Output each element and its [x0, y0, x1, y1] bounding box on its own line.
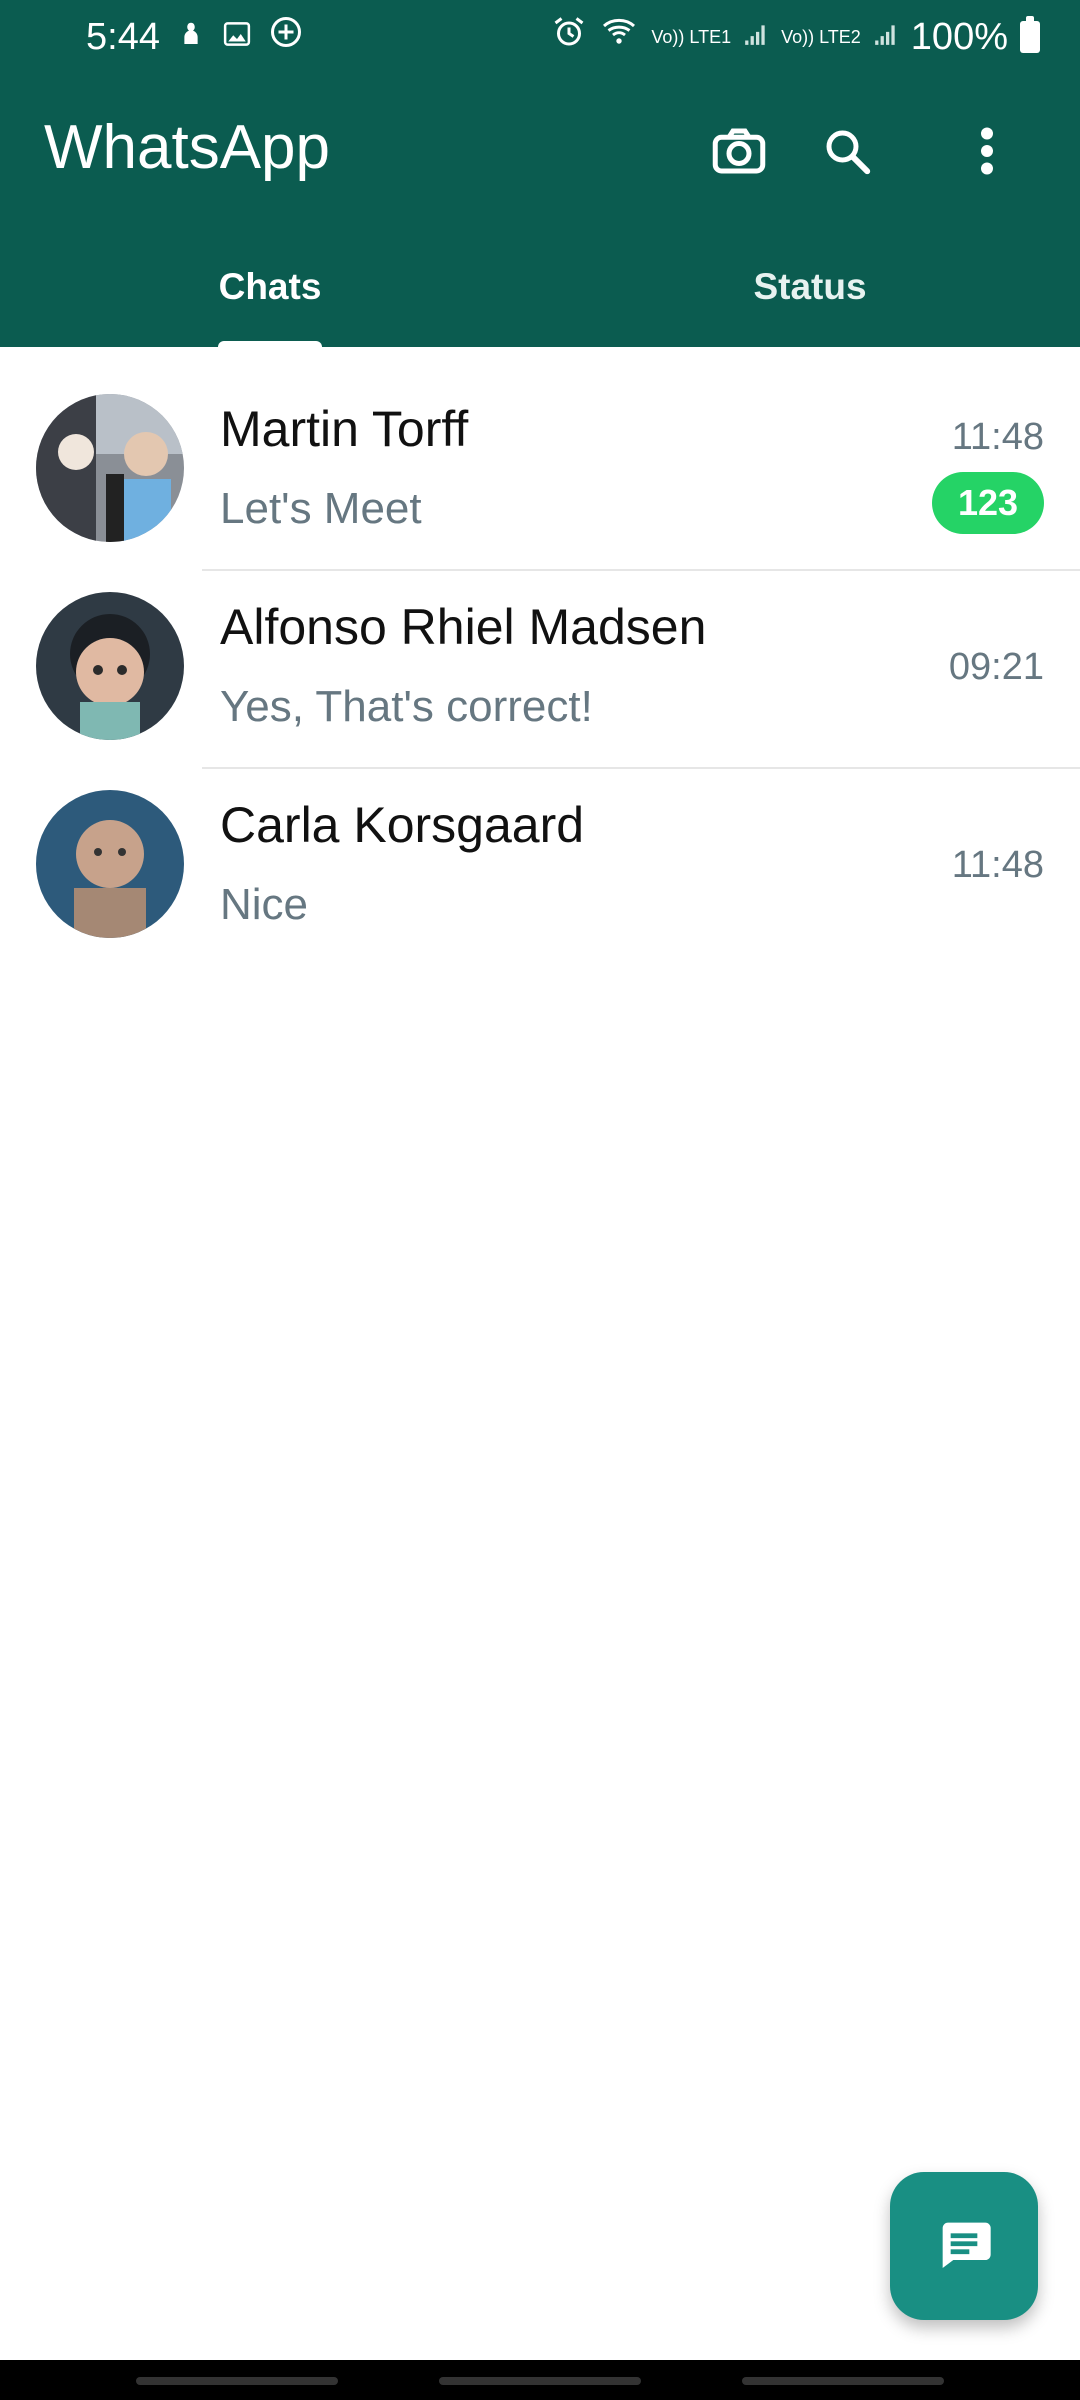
- search-icon[interactable]: [812, 116, 882, 186]
- new-chat-fab[interactable]: [890, 2172, 1038, 2320]
- tabs: Chats Status: [0, 226, 1080, 349]
- signal1-icon: [743, 16, 769, 59]
- signal2-icon: [873, 16, 899, 59]
- top-bar: 5:44 Vo)) LTE1 Vo)) LTE2 100% WhatsApp C…: [0, 0, 1080, 349]
- alarm-icon: [551, 14, 587, 60]
- status-bar: 5:44 Vo)) LTE1 Vo)) LTE2 100%: [0, 0, 1080, 76]
- nav-handle[interactable]: [136, 2377, 338, 2385]
- avatar[interactable]: [36, 592, 184, 740]
- tab-status-label: Status: [753, 265, 867, 307]
- image-icon: [222, 16, 252, 59]
- tab-indicator: [218, 341, 322, 349]
- chat-time: 11:48: [951, 416, 1044, 458]
- sim2-indicator: Vo)) LTE2: [781, 27, 861, 47]
- avatar[interactable]: [36, 790, 184, 938]
- wifi-icon: [599, 14, 639, 60]
- chat-preview: Yes, That's correct!: [220, 682, 593, 731]
- avatar[interactable]: [36, 394, 184, 542]
- battery-icon: [1020, 16, 1040, 53]
- app-title: WhatsApp: [44, 113, 331, 182]
- chat-preview: Nice: [220, 880, 309, 929]
- battery-percentage: 100%: [910, 15, 1008, 58]
- add-circle-icon: [268, 14, 304, 60]
- system-nav-bar: [0, 2360, 1080, 2400]
- chat-row[interactable]: Alfonso Rhiel Madsen Yes, That's correct…: [0, 592, 1080, 790]
- divider: [202, 569, 1080, 571]
- chat-row[interactable]: Carla Korsgaard Nice 11:48: [0, 790, 1080, 988]
- nav-handle[interactable]: [742, 2377, 944, 2385]
- tab-status[interactable]: Status: [540, 226, 1080, 347]
- chat-time: 09:21: [948, 646, 1044, 688]
- chat-row[interactable]: Martin Torff Let's Meet 11:48 123: [0, 394, 1080, 592]
- notification-icon: [176, 16, 206, 59]
- divider: [202, 767, 1080, 769]
- status-left-icons: [176, 14, 304, 60]
- chat-name: Alfonso Rhiel Madsen: [220, 599, 707, 655]
- more-vert-icon[interactable]: [952, 116, 1022, 186]
- chat-icon: [932, 2212, 996, 2281]
- chat-name: Martin Torff: [220, 401, 469, 457]
- chat-preview: Let's Meet: [220, 484, 422, 533]
- nav-handle[interactable]: [439, 2377, 641, 2385]
- sim1-indicator: Vo)) LTE1: [651, 27, 732, 47]
- status-time: 5:44: [86, 16, 160, 58]
- tab-chats[interactable]: Chats: [0, 226, 540, 347]
- chat-name: Carla Korsgaard: [220, 797, 585, 853]
- chat-time: 11:48: [951, 844, 1044, 886]
- unread-badge: 123: [932, 472, 1044, 534]
- app-bar: WhatsApp: [0, 76, 1080, 226]
- camera-icon[interactable]: [704, 116, 774, 186]
- status-right: Vo)) LTE1 Vo)) LTE2 100%: [551, 14, 1040, 60]
- tab-chats-label: Chats: [218, 265, 322, 307]
